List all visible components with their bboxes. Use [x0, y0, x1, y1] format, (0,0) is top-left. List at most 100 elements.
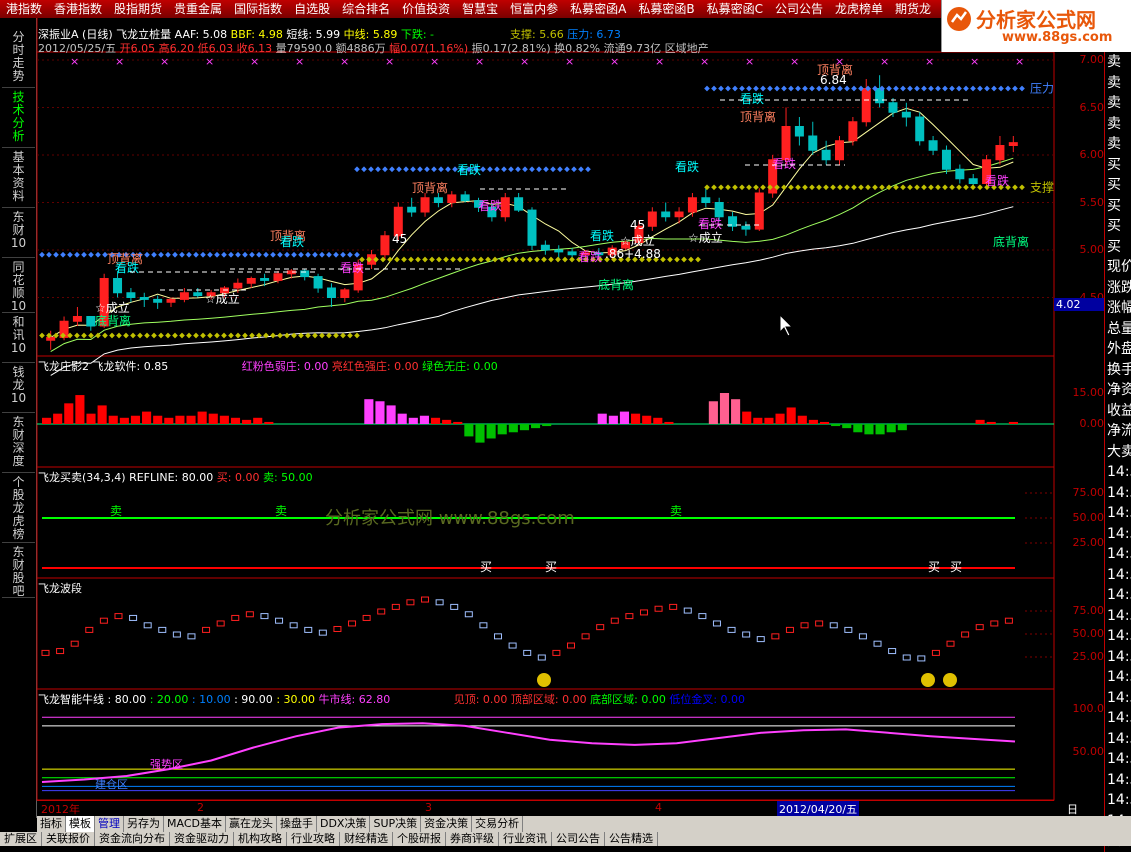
support-dots [928, 184, 934, 191]
low-value: 低6.03 [197, 42, 234, 55]
support-dots [865, 184, 871, 191]
support-dots [200, 332, 206, 339]
bottom-tab[interactable]: DDX决策 [317, 816, 371, 832]
support-dots [172, 332, 178, 339]
bottom-tab[interactable]: 模板 [66, 816, 95, 832]
status-item[interactable]: 资金驱动力 [170, 832, 234, 846]
bottom-tab[interactable]: SUP决策 [370, 816, 422, 832]
wave-mark [464, 611, 473, 618]
pressure-dots [515, 166, 521, 173]
chart-annotation: 看跌 [740, 91, 764, 106]
wave-mark [143, 622, 152, 629]
support-dots [674, 256, 680, 263]
candle-body [260, 278, 270, 281]
zhuang-bar [453, 421, 463, 424]
quote-row-label: 卖 [1107, 74, 1121, 91]
zhuang-bar [64, 403, 74, 424]
status-item[interactable]: 资金流向分布 [95, 832, 170, 846]
bottom-tab[interactable]: 指标 [37, 816, 66, 832]
top-marker: × [880, 55, 889, 68]
status-item[interactable]: 关联报价 [42, 832, 95, 846]
top-marker: × [520, 55, 529, 68]
support-dots [74, 332, 80, 339]
pressure-dots [179, 251, 185, 258]
zhuang-bar [186, 415, 196, 424]
support-dots [802, 184, 808, 191]
candle-body [447, 194, 457, 203]
candle-body [848, 121, 858, 142]
status-item[interactable]: 券商评级 [446, 832, 499, 846]
zhuang-bar [775, 413, 785, 424]
bottom-tab[interactable]: 赢在龙头 [226, 816, 277, 832]
zhuang-bar [475, 424, 485, 443]
pressure-dots [704, 85, 710, 92]
support-dots [956, 184, 962, 191]
status-item[interactable]: 财经精选 [340, 832, 393, 846]
support-dots [949, 184, 955, 191]
pressure-dots [795, 85, 801, 92]
bottom-tab[interactable]: 交易分析 [472, 816, 524, 832]
pressure-dots [256, 251, 262, 258]
top-marker: × [115, 55, 124, 68]
wave-mark [216, 620, 225, 627]
pressure-dots [760, 85, 766, 92]
pressure-dots [368, 166, 374, 173]
status-item[interactable]: 扩展区 [0, 832, 42, 846]
pressure-dots [949, 85, 955, 92]
top-marker: × [610, 55, 619, 68]
candle-body [808, 135, 818, 151]
support-dots [415, 256, 421, 263]
quote-row-label: 卖 [1107, 136, 1121, 152]
p5-tick: 100.0 [1072, 701, 1105, 715]
status-item[interactable]: 公告精选 [605, 832, 658, 846]
chart-annotation: 看跌 [478, 198, 502, 213]
pressure-dots [445, 166, 451, 173]
support-dots [193, 332, 199, 339]
support-dots [123, 332, 129, 339]
candle-body [968, 178, 978, 184]
pressure-dots [228, 251, 234, 258]
pressure-dots [508, 166, 514, 173]
zhuang-bar [375, 401, 385, 424]
panel5-header: 飞龙智能牛线 : 80.00 : 20.00 : 10.00 : 90.00 :… [38, 691, 745, 707]
pressure-dots [578, 166, 584, 173]
pressure-dots [732, 85, 738, 92]
bottom-tab[interactable]: 操盘手 [277, 816, 317, 832]
zhuang-bar [608, 415, 618, 424]
status-item[interactable]: 公司公告 [552, 832, 605, 846]
wave-mark [158, 626, 167, 633]
pressure-dots [529, 166, 535, 173]
candle-body [687, 197, 697, 213]
pressure-dots [382, 166, 388, 173]
wave-mark [625, 613, 634, 620]
pressure-dots [158, 251, 164, 258]
status-item[interactable]: 行业攻略 [287, 832, 340, 846]
pressure-dots [81, 251, 87, 258]
wave-mark [858, 633, 867, 640]
bottom-tab[interactable]: 管理 [95, 816, 124, 832]
quote-row-label: 14:5 [1107, 464, 1131, 480]
date-axis: 2012年 2 3 4 2012/04/20/五 日线 [37, 800, 1078, 832]
pressure-dots [914, 85, 920, 92]
bottom-tab[interactable]: 资金决策 [421, 816, 473, 832]
pressure-dots [396, 166, 402, 173]
bottom-tab[interactable]: MACD基本 [164, 816, 226, 832]
pressure-dots [802, 85, 808, 92]
bottom-tab[interactable]: 另存为 [124, 816, 164, 832]
quote-row-label: 卖 [1107, 54, 1121, 70]
candle-body [193, 292, 203, 297]
status-item[interactable]: 行业资讯 [499, 832, 552, 846]
pressure-dots [326, 251, 332, 258]
wave-mark [581, 633, 590, 640]
pressure-dots [207, 251, 213, 258]
status-item[interactable]: 个股研报 [393, 832, 446, 846]
date-label-4: 4 [655, 801, 662, 814]
support-dots [81, 332, 87, 339]
close-value: 收6.13 [236, 42, 273, 55]
bull-line [41, 722, 1016, 783]
pressure-dots [550, 166, 556, 173]
chart-annotation: 顶背离 [412, 180, 448, 195]
status-item[interactable]: 机构攻略 [234, 832, 287, 846]
zhuang-bar [864, 424, 874, 435]
wave-mark [698, 613, 707, 620]
